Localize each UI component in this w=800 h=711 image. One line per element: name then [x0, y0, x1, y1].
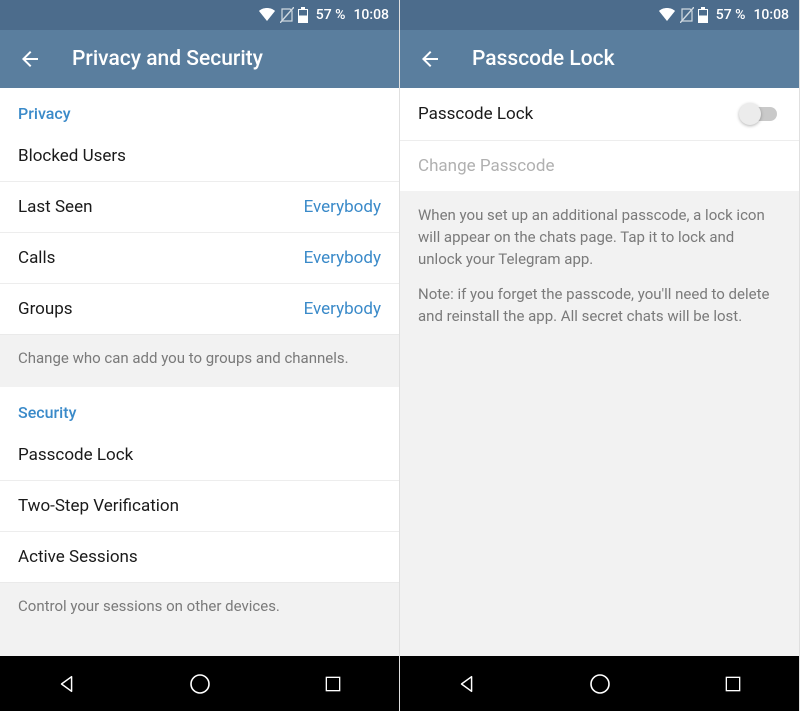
nav-home-button[interactable]	[570, 664, 630, 704]
status-bar: 57 % 10:08	[0, 0, 399, 30]
arrow-left-icon	[418, 47, 442, 71]
circle-home-icon	[588, 672, 612, 696]
nav-back-button[interactable]	[37, 664, 97, 704]
nav-back-button[interactable]	[437, 664, 497, 704]
two-step-label: Two-Step Verification	[18, 496, 179, 516]
blocked-users-label: Blocked Users	[18, 146, 126, 166]
screen-passcode-lock: 57 % 10:08 Passcode Lock Passcode Lock C…	[400, 0, 800, 711]
android-nav-bar	[0, 656, 399, 711]
square-recent-icon	[323, 674, 343, 694]
explainer-text-1: When you set up an additional passcode, …	[418, 205, 781, 270]
passcode-explainer: When you set up an additional passcode, …	[400, 191, 799, 656]
no-sim-icon	[680, 7, 694, 23]
wifi-icon	[658, 8, 676, 22]
android-nav-bar	[400, 656, 799, 711]
active-sessions-row[interactable]: Active Sessions	[0, 532, 399, 582]
explainer-text-2: Note: if you forget the passcode, you'll…	[418, 284, 781, 328]
passcode-lock-row[interactable]: Passcode Lock	[0, 430, 399, 481]
passcode-toggle-label: Passcode Lock	[418, 104, 533, 124]
content-area: Privacy Blocked Users Last Seen Everybod…	[0, 88, 399, 656]
app-bar: Passcode Lock	[400, 30, 799, 88]
battery-icon	[698, 7, 708, 23]
battery-percentage: 57 %	[716, 7, 746, 23]
square-recent-icon	[723, 674, 743, 694]
triangle-back-icon	[56, 673, 78, 695]
battery-percentage: 57 %	[316, 7, 346, 23]
circle-home-icon	[188, 672, 212, 696]
groups-label: Groups	[18, 299, 73, 319]
sessions-footer-note: Control your sessions on other devices.	[0, 582, 399, 656]
last-seen-value: Everybody	[304, 197, 381, 217]
status-icons: 57 % 10:08	[258, 7, 389, 23]
no-sim-icon	[280, 7, 294, 23]
content-area: Passcode Lock Change Passcode When you s…	[400, 88, 799, 656]
groups-footer-note: Change who can add you to groups and cha…	[0, 334, 399, 387]
groups-row[interactable]: Groups Everybody	[0, 284, 399, 334]
change-passcode-label: Change Passcode	[418, 156, 554, 176]
wifi-icon	[258, 8, 276, 22]
status-bar: 57 % 10:08	[400, 0, 799, 30]
passcode-toggle-switch[interactable]	[739, 103, 781, 125]
arrow-left-icon	[18, 47, 42, 71]
back-button[interactable]	[18, 47, 42, 71]
last-seen-row[interactable]: Last Seen Everybody	[0, 182, 399, 233]
nav-home-button[interactable]	[170, 664, 230, 704]
page-title: Privacy and Security	[72, 47, 263, 71]
status-time: 10:08	[753, 7, 789, 23]
passcode-lock-label: Passcode Lock	[18, 445, 133, 465]
nav-recent-button[interactable]	[303, 664, 363, 704]
active-sessions-label: Active Sessions	[18, 547, 138, 567]
blocked-users-row[interactable]: Blocked Users	[0, 131, 399, 182]
status-time: 10:08	[353, 7, 389, 23]
nav-recent-button[interactable]	[703, 664, 763, 704]
passcode-toggle-row[interactable]: Passcode Lock	[400, 88, 799, 141]
status-icons: 57 % 10:08	[658, 7, 789, 23]
last-seen-label: Last Seen	[18, 197, 92, 217]
calls-row[interactable]: Calls Everybody	[0, 233, 399, 284]
toggle-thumb	[739, 103, 761, 125]
calls-value: Everybody	[304, 248, 381, 268]
battery-icon	[298, 7, 308, 23]
privacy-section-header: Privacy	[0, 88, 399, 131]
page-title: Passcode Lock	[472, 47, 615, 71]
triangle-back-icon	[456, 673, 478, 695]
screen-privacy-security: 57 % 10:08 Privacy and Security Privacy …	[0, 0, 400, 711]
groups-value: Everybody	[304, 299, 381, 319]
app-bar: Privacy and Security	[0, 30, 399, 88]
change-passcode-row: Change Passcode	[400, 141, 799, 191]
calls-label: Calls	[18, 248, 55, 268]
security-section-header: Security	[0, 387, 399, 430]
back-button[interactable]	[418, 47, 442, 71]
two-step-verification-row[interactable]: Two-Step Verification	[0, 481, 399, 532]
